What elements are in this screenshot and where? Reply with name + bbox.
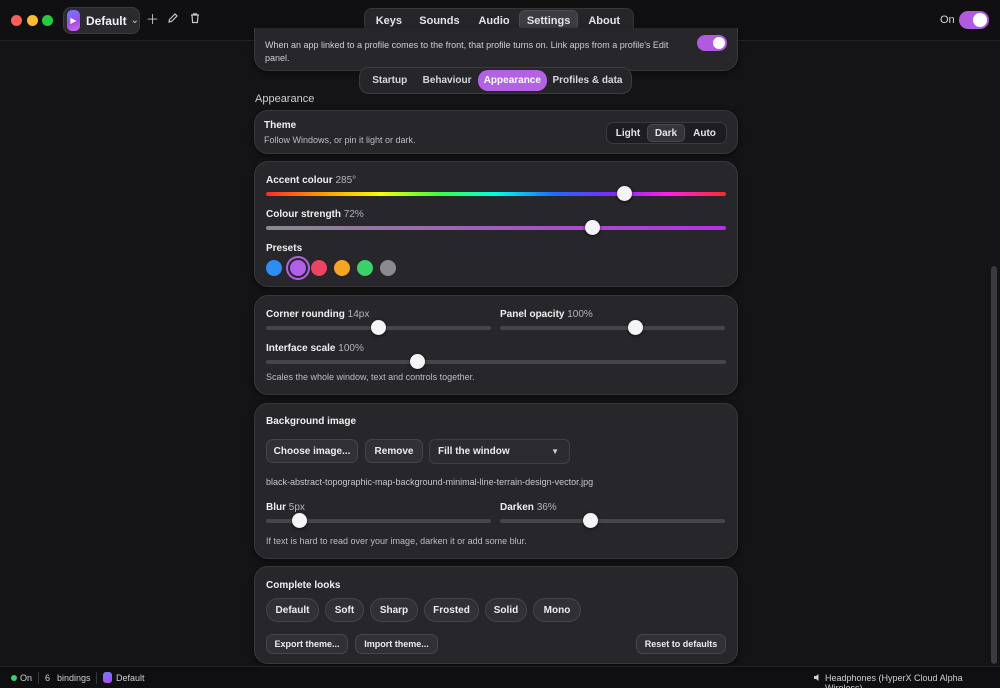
interface-scale-slider[interactable] <box>266 360 726 364</box>
auto-profile-card: When an app linked to a profile comes to… <box>254 28 738 71</box>
status-profile: Default <box>116 673 145 683</box>
theme-selector: Light Dark Auto <box>606 122 727 144</box>
reset-defaults-button[interactable]: Reset to defaults <box>636 634 726 654</box>
settings-subnav: Startup Behaviour Appearance Profiles & … <box>359 67 632 94</box>
maximize-window-button[interactable] <box>42 15 53 26</box>
caret-down-icon: ▼ <box>551 447 559 456</box>
status-dot-icon <box>11 675 17 681</box>
interface-scale-description: Scales the whole window, text and contro… <box>266 372 475 382</box>
trash-icon[interactable] <box>189 12 201 28</box>
profile-name: Default <box>85 13 127 28</box>
preset-swatch[interactable] <box>357 260 373 276</box>
speaker-icon <box>813 673 822 684</box>
preset-swatch[interactable] <box>266 260 282 276</box>
choose-image-button[interactable]: Choose image... <box>266 439 358 463</box>
look-mono-button[interactable]: Mono <box>533 598 581 622</box>
tab-appearance[interactable]: Appearance <box>477 70 547 91</box>
bindings-label: bindings <box>57 673 91 683</box>
preset-swatch[interactable] <box>334 260 350 276</box>
status-state: On <box>20 673 33 683</box>
minimize-window-button[interactable] <box>27 15 38 26</box>
close-window-button[interactable] <box>11 15 22 26</box>
panel-opacity-handle[interactable] <box>627 320 643 335</box>
colour-strength-handle[interactable] <box>585 220 601 235</box>
status-bar: On 6 bindings Default Headphones (HyperX… <box>0 666 1000 688</box>
pencil-icon[interactable] <box>167 12 179 28</box>
theme-title: Theme <box>264 120 297 131</box>
master-toggle-label: On <box>940 14 955 26</box>
darken-slider[interactable] <box>500 519 725 523</box>
panel-opacity-label: Panel opacity 100% <box>500 309 593 320</box>
darken-label: Darken 36% <box>500 502 557 513</box>
colour-strength-slider[interactable] <box>266 226 726 230</box>
profile-selector[interactable]: ▶ Default ⌄ <box>63 7 140 34</box>
theme-description: Follow Windows, or pin it light or dark. <box>264 135 416 145</box>
preset-swatch[interactable] <box>380 260 396 276</box>
bindings-count: 6 <box>45 673 51 683</box>
theme-option-auto[interactable]: Auto <box>685 124 724 142</box>
tab-startup[interactable]: Startup <box>363 70 416 91</box>
accent-colour-slider[interactable] <box>266 192 726 196</box>
import-theme-button[interactable]: Import theme... <box>355 634 438 654</box>
plus-icon[interactable]: ＋ <box>146 12 159 28</box>
scrollbar[interactable] <box>991 266 997 664</box>
image-fit-select[interactable]: Fill the window ▼ <box>429 439 570 464</box>
colour-strength-label: Colour strength 72% <box>266 209 364 220</box>
remove-image-button[interactable]: Remove <box>365 439 423 463</box>
chevron-down-icon: ⌄ <box>130 15 139 26</box>
auto-profile-text: When an app linked to a profile comes to… <box>265 40 669 63</box>
image-fit-value: Fill the window <box>438 446 510 457</box>
section-heading: Appearance <box>255 93 315 105</box>
look-frosted-button[interactable]: Frosted <box>424 598 479 622</box>
theme-option-dark[interactable]: Dark <box>647 124 685 142</box>
tab-behaviour[interactable]: Behaviour <box>416 70 477 91</box>
look-sharp-button[interactable]: Sharp <box>370 598 418 622</box>
accent-colour-label: Accent colour 285° <box>266 175 357 186</box>
audio-device: Headphones (HyperX Cloud Alpha Wireless) <box>825 673 963 688</box>
profile-icon <box>103 672 112 683</box>
interface-scale-label: Interface scale 100% <box>266 343 364 354</box>
corner-rounding-handle[interactable] <box>371 320 386 335</box>
master-toggle[interactable] <box>959 11 989 29</box>
look-solid-button[interactable]: Solid <box>485 598 527 622</box>
background-filename: black-abstract-topographic-map-backgroun… <box>266 477 594 487</box>
darken-handle[interactable] <box>582 513 598 528</box>
blur-label: Blur 5px <box>266 502 305 513</box>
export-theme-button[interactable]: Export theme... <box>266 634 348 654</box>
panel-opacity-slider[interactable] <box>500 326 725 330</box>
preset-swatch[interactable] <box>311 260 327 276</box>
corner-rounding-label: Corner rounding 14px <box>266 309 370 320</box>
background-hint: If text is hard to read over your image,… <box>266 536 527 546</box>
auto-profile-toggle[interactable] <box>697 35 727 51</box>
look-soft-button[interactable]: Soft <box>325 598 364 622</box>
profile-logo-icon: ▶ <box>67 10 80 31</box>
look-default-button[interactable]: Default <box>266 598 319 622</box>
background-title: Background image <box>266 416 357 427</box>
theme-option-light[interactable]: Light <box>609 124 647 142</box>
preset-swatch[interactable] <box>290 260 306 276</box>
tab-profiles-data[interactable]: Profiles & data <box>547 70 628 91</box>
looks-title: Complete looks <box>266 580 341 591</box>
presets-label: Presets <box>266 243 303 254</box>
